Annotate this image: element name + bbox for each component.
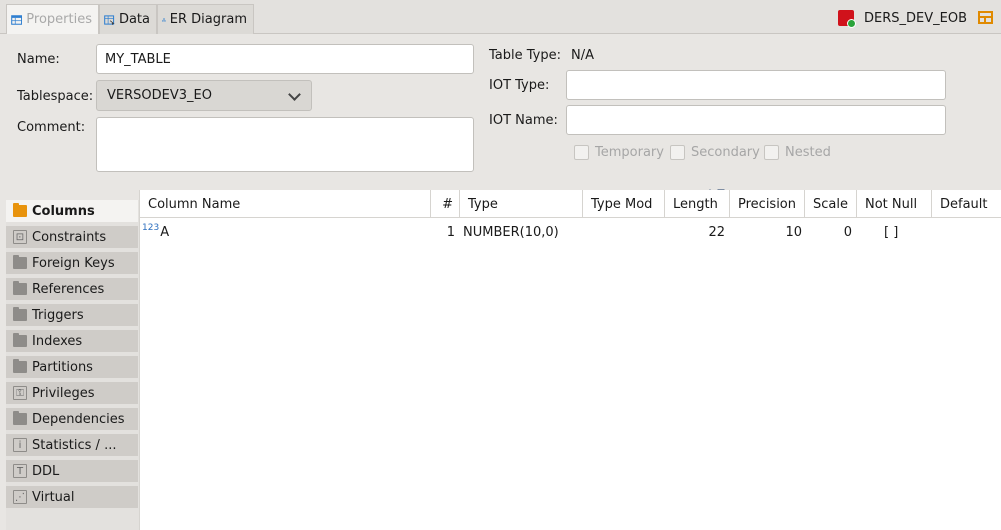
er-diagram-icon bbox=[162, 17, 166, 22]
tab-label: Properties bbox=[26, 12, 92, 27]
grid-header: Column Name # Type Type Mod Length Preci… bbox=[140, 190, 1001, 218]
tablespace-value: VERSODEV3_EO bbox=[107, 88, 212, 103]
header-ordinal[interactable]: # bbox=[431, 190, 460, 218]
header-type[interactable]: Type bbox=[460, 190, 583, 218]
connection-indicator[interactable]: DERS_DEV_EOB bbox=[838, 10, 967, 28]
virtual-icon: ⋰ bbox=[13, 490, 27, 504]
cell-scale[interactable]: 0 bbox=[805, 220, 852, 244]
panel-splitter[interactable] bbox=[706, 182, 728, 193]
checkbox-label: Secondary bbox=[691, 145, 760, 160]
sidebar-item-label: Triggers bbox=[32, 307, 84, 323]
key-icon: ⚿ bbox=[13, 386, 27, 400]
temporary-checkbox[interactable]: Temporary bbox=[574, 145, 664, 160]
sidebar-item-dependencies[interactable]: Dependencies bbox=[6, 408, 138, 432]
numeric-type-icon: 123 bbox=[142, 223, 160, 233]
table-row[interactable]: 123 A 1 NUMBER(10,0) 22 10 0 [ ] bbox=[140, 220, 1001, 244]
checkbox-label: Temporary bbox=[595, 145, 664, 160]
checkbox-box bbox=[670, 145, 685, 160]
cell-precision[interactable]: 10 bbox=[730, 220, 802, 244]
sidebar-item-label: Dependencies bbox=[32, 411, 125, 427]
column-name-value: A bbox=[160, 224, 170, 240]
header-length[interactable]: Length bbox=[665, 190, 730, 218]
sidebar-item-indexes[interactable]: Indexes bbox=[6, 330, 138, 354]
checkbox-box bbox=[764, 145, 779, 160]
table-icon[interactable] bbox=[978, 11, 993, 24]
sidebar-item-label: Privileges bbox=[32, 385, 95, 401]
secondary-checkbox[interactable]: Secondary bbox=[670, 145, 760, 160]
sidebar-item-references[interactable]: References bbox=[6, 278, 138, 302]
tab-label: Data bbox=[118, 12, 150, 27]
cell-not-null-checkbox[interactable]: [ ] bbox=[884, 220, 924, 244]
sidebar-item-triggers[interactable]: Triggers bbox=[6, 304, 138, 328]
chevron-down-icon bbox=[288, 88, 301, 101]
folder-icon bbox=[13, 255, 27, 269]
checkbox-box bbox=[574, 145, 589, 160]
editor-tab-bar: Properties Data ER Diagram DERS_DEV_EOB bbox=[0, 0, 1001, 34]
sidebar-item-label: Partitions bbox=[32, 359, 93, 375]
comment-field[interactable] bbox=[96, 117, 474, 172]
sidebar-item-label: References bbox=[32, 281, 105, 297]
sidebar-item-constraints[interactable]: ⊡ Constraints bbox=[6, 226, 138, 250]
sidebar-item-label: Columns bbox=[32, 203, 95, 219]
data-grid-icon bbox=[104, 14, 115, 25]
columns-folder-icon bbox=[13, 203, 27, 217]
header-type-mod[interactable]: Type Mod bbox=[583, 190, 665, 218]
header-scale[interactable]: Scale bbox=[805, 190, 857, 218]
tab-er-diagram[interactable]: ER Diagram bbox=[157, 4, 254, 34]
folder-icon bbox=[13, 359, 27, 373]
sidebar-item-privileges[interactable]: ⚿ Privileges bbox=[6, 382, 138, 406]
iot-name-label: IOT Name: bbox=[489, 113, 558, 128]
tab-label: ER Diagram bbox=[169, 12, 247, 27]
oracle-connection-icon bbox=[838, 10, 856, 28]
sidebar-item-label: Constraints bbox=[32, 229, 107, 245]
sidebar-item-statistics[interactable]: i Statistics / ... bbox=[6, 434, 138, 458]
comment-label: Comment: bbox=[17, 120, 86, 135]
ddl-text-icon: T bbox=[13, 464, 27, 478]
cell-column-name[interactable]: 123 A bbox=[142, 220, 431, 244]
header-column-name[interactable]: Column Name bbox=[140, 190, 431, 218]
table-sections-sidebar: Columns ⊡ Constraints Foreign Keys Refer… bbox=[6, 200, 139, 530]
cell-length[interactable]: 22 bbox=[665, 220, 725, 244]
columns-grid[interactable]: Column Name # Type Type Mod Length Preci… bbox=[139, 190, 1001, 530]
info-icon: i bbox=[13, 438, 27, 452]
cell-type[interactable]: NUMBER(10,0) bbox=[463, 220, 583, 244]
checkbox-label: Nested bbox=[785, 145, 831, 160]
iot-type-field[interactable] bbox=[566, 70, 946, 100]
sidebar-item-label: Foreign Keys bbox=[32, 255, 115, 271]
name-label: Name: bbox=[17, 52, 60, 67]
folder-icon bbox=[13, 281, 27, 295]
table-properties-icon bbox=[11, 14, 23, 25]
nested-checkbox[interactable]: Nested bbox=[764, 145, 831, 160]
tablespace-select[interactable]: VERSODEV3_EO bbox=[96, 80, 312, 111]
sidebar-item-label: Statistics / ... bbox=[32, 437, 117, 453]
header-default[interactable]: Default bbox=[932, 190, 1001, 218]
cell-ordinal[interactable]: 1 bbox=[431, 220, 455, 244]
folder-icon bbox=[13, 411, 27, 425]
cell-default[interactable] bbox=[940, 220, 1001, 244]
cell-type-mod[interactable] bbox=[591, 220, 665, 244]
name-field[interactable]: MY_TABLE bbox=[96, 44, 474, 74]
table-type-label: Table Type: bbox=[489, 48, 561, 63]
sidebar-item-label: DDL bbox=[32, 463, 60, 479]
iot-name-field[interactable] bbox=[566, 105, 946, 135]
table-type-value: N/A bbox=[571, 48, 594, 63]
folder-icon bbox=[13, 307, 27, 321]
header-precision[interactable]: Precision bbox=[730, 190, 805, 218]
sidebar-item-columns[interactable]: Columns bbox=[6, 200, 138, 224]
tab-properties[interactable]: Properties bbox=[6, 4, 99, 34]
sidebar-item-label: Indexes bbox=[32, 333, 83, 349]
sidebar-item-ddl[interactable]: T DDL bbox=[6, 460, 138, 484]
connection-name: DERS_DEV_EOB bbox=[864, 10, 967, 26]
sidebar-item-label: Virtual bbox=[32, 489, 75, 505]
constraint-icon: ⊡ bbox=[13, 230, 27, 244]
iot-type-label: IOT Type: bbox=[489, 78, 550, 93]
sidebar-item-virtual[interactable]: ⋰ Virtual bbox=[6, 486, 138, 510]
table-properties-panel: Name: MY_TABLE Tablespace: VERSODEV3_EO … bbox=[6, 35, 1001, 190]
tablespace-label: Tablespace: bbox=[17, 89, 94, 104]
sidebar-item-foreign-keys[interactable]: Foreign Keys bbox=[6, 252, 138, 276]
folder-icon bbox=[13, 333, 27, 347]
sidebar-item-partitions[interactable]: Partitions bbox=[6, 356, 138, 380]
tab-data[interactable]: Data bbox=[99, 4, 157, 34]
header-not-null[interactable]: Not Null bbox=[857, 190, 932, 218]
